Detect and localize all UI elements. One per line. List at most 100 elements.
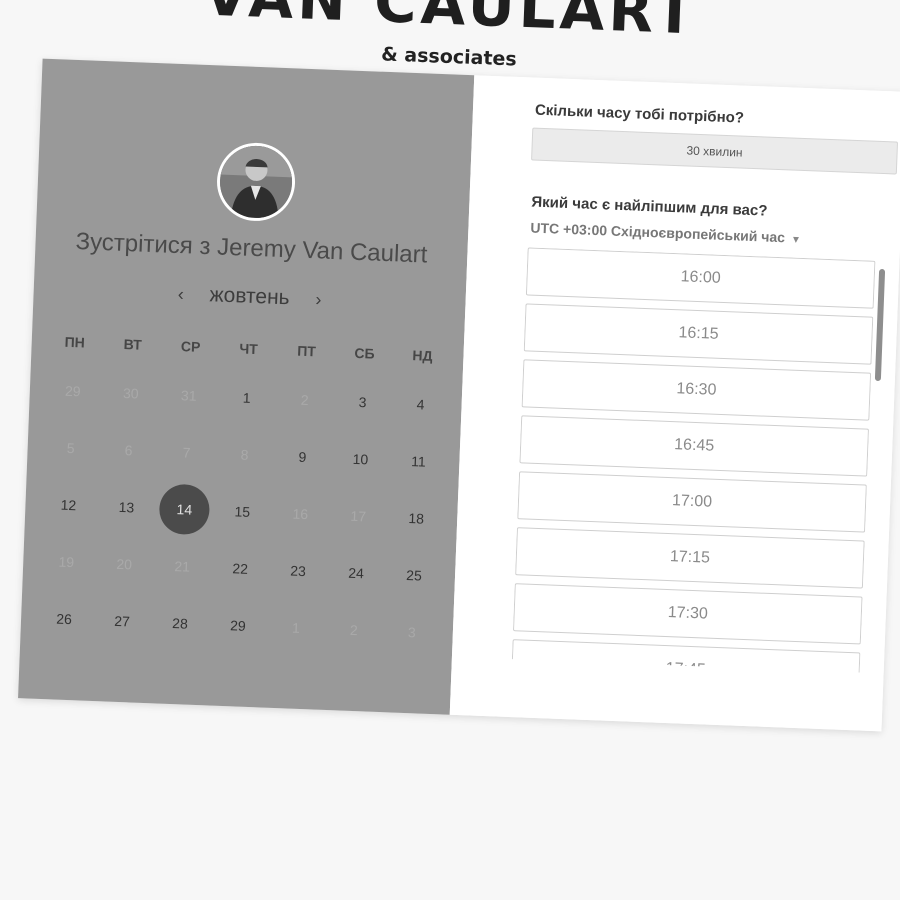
day-number: 5 (66, 439, 75, 456)
caret-down-icon: ▼ (790, 234, 802, 246)
month-navigation: ‹ жовтень › (33, 276, 466, 317)
day-number: 28 (171, 614, 189, 632)
calendar-day[interactable]: 24 (326, 547, 386, 597)
calendar-day: 19 (36, 536, 96, 586)
day-number: 22 (232, 559, 249, 577)
calendar-day[interactable]: 26 (34, 593, 94, 643)
chevron-left-icon[interactable]: ‹ (167, 284, 194, 306)
calendar-day[interactable]: 27 (92, 596, 152, 646)
meet-title: Зустрітися з Jeremy Van Caulart (35, 227, 468, 272)
day-number: 20 (116, 555, 133, 572)
time-slot-list[interactable]: 16:00 16:15 16:30 16:45 17:00 17:15 17:30 17:45 (511, 247, 876, 673)
calendar-day: 30 (101, 368, 161, 418)
meet-with-label: Зустрітися з (75, 228, 212, 261)
day-number: 8 (240, 446, 249, 463)
calendar-day[interactable]: 4 (391, 379, 451, 429)
day-number: 11 (410, 452, 427, 470)
day-number: 9 (298, 448, 307, 465)
time-slot-button[interactable]: 17:30 (512, 583, 863, 645)
weekday-label: ЧТ (239, 340, 259, 358)
calendar-day[interactable]: 12 (39, 479, 99, 529)
calendar-day[interactable]: 29 (208, 600, 268, 650)
calendar-day: 17 (328, 491, 388, 541)
weekday-label: ВТ (123, 335, 143, 353)
time-question: Який час є найліпшим для вас? (531, 193, 768, 220)
day-number: 18 (408, 509, 425, 527)
weekday-label: НД (412, 347, 433, 364)
calendar-day[interactable]: 9 (273, 431, 333, 481)
calendar-day: 3 (382, 607, 442, 657)
calendar-day[interactable]: 10 (331, 434, 391, 484)
day-number: 7 (182, 443, 191, 461)
day-number: 25 (405, 566, 423, 584)
scrollbar[interactable] (874, 268, 886, 382)
calendar-day: 2 (275, 374, 335, 424)
day-number: 29 (64, 382, 81, 399)
time-slot-button[interactable]: 16:45 (519, 415, 870, 477)
calendar-day: 5 (41, 422, 101, 472)
day-number: 19 (58, 553, 75, 570)
day-number: 2 (349, 621, 359, 638)
duration-select[interactable]: 30 хвилин (531, 127, 899, 175)
day-number: 3 (407, 623, 417, 640)
calendar-day: 21 (152, 541, 212, 591)
calendar-day[interactable]: 1 (217, 372, 277, 422)
brand-header: VAN CAULART & associates (1, 0, 900, 71)
day-number: 17 (350, 507, 367, 524)
day-number: 6 (124, 441, 133, 458)
calendar-day: 16 (270, 488, 330, 538)
day-number: 30 (122, 384, 139, 402)
calendar-day[interactable]: 22 (210, 543, 270, 593)
time-slot-button[interactable]: 16:00 (525, 247, 876, 309)
calendar-day[interactable]: 18 (386, 493, 446, 543)
timezone-select[interactable]: UTC +03:00 Східноєвропейський час ▼ (530, 220, 801, 246)
calendar-day[interactable]: 28 (150, 598, 210, 648)
day-number: 1 (242, 389, 251, 406)
calendar-day: 20 (94, 539, 154, 589)
day-number: 2 (300, 391, 309, 408)
day-number: 10 (352, 450, 369, 467)
calendar-panel: Зустрітися з Jeremy Van Caulart ‹ жовтен… (18, 58, 475, 715)
calendar-day: 7 (157, 427, 217, 477)
weekday-label: ПТ (296, 342, 317, 360)
weekday-label: ПН (64, 333, 86, 351)
day-number: 14 (158, 482, 211, 535)
day-number: 3 (358, 393, 367, 410)
calendar-day[interactable]: 23 (268, 545, 328, 595)
booking-widget: Зустрітися з Jeremy Van Caulart ‹ жовтен… (18, 58, 900, 732)
calendar-day[interactable]: 13 (97, 482, 157, 532)
time-slot-button[interactable]: 17:15 (515, 527, 865, 589)
calendar-day-selected[interactable]: 14 (155, 482, 215, 535)
calendar-grid: ПН ВТ СР ЧТ ПТ СБ НД 29 30 31 1 2 3 4 5 6 7 8 9 10 11 12 13 14… (34, 321, 452, 661)
time-panel: Скільки часу тобі потрібно? 30 хвилин Як… (449, 75, 900, 732)
month-label: жовтень (209, 283, 291, 310)
calendar-day: 6 (99, 425, 159, 475)
day-number: 31 (180, 386, 197, 404)
calendar-day: 1 (266, 602, 326, 652)
day-number: 1 (291, 619, 301, 636)
day-number: 12 (60, 496, 77, 513)
calendar-day: 2 (324, 604, 384, 654)
day-number: 27 (113, 612, 131, 629)
time-slot-button[interactable]: 17:00 (517, 471, 867, 533)
calendar-day[interactable]: 3 (333, 377, 393, 427)
day-number: 23 (290, 562, 307, 579)
day-number: 13 (118, 498, 135, 515)
time-slot-button[interactable]: 16:15 (523, 303, 874, 365)
time-slot-button[interactable]: 16:30 (521, 359, 872, 421)
avatar (215, 141, 297, 223)
calendar-day[interactable]: 25 (384, 550, 444, 600)
day-number: 4 (416, 395, 425, 413)
calendar-day: 29 (43, 365, 103, 415)
time-slot-button[interactable]: 17:45 (511, 639, 861, 673)
calendar-day[interactable]: 11 (389, 436, 449, 486)
day-number: 15 (234, 502, 251, 520)
timezone-label: UTC +03:00 Східноєвропейський час (530, 219, 786, 246)
day-number: 26 (56, 610, 73, 627)
calendar-day: 8 (215, 429, 275, 479)
calendar-day[interactable]: 15 (212, 486, 272, 536)
day-number: 29 (229, 616, 247, 634)
chevron-right-icon[interactable]: › (305, 289, 332, 311)
day-number: 21 (174, 557, 191, 575)
day-number: 24 (348, 564, 365, 581)
